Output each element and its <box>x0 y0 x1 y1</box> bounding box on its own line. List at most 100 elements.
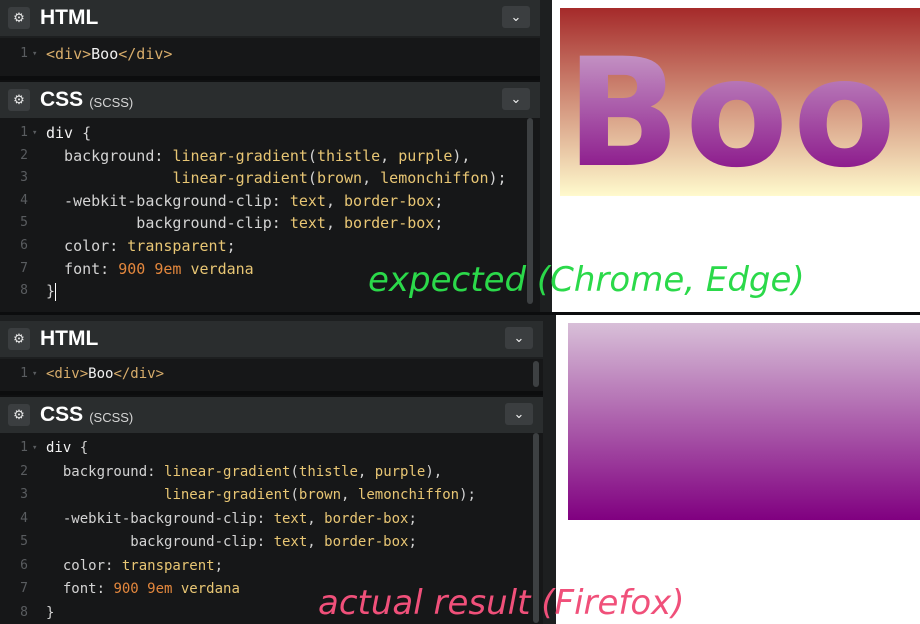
code-text: div { <box>46 122 91 144</box>
code-token: linear-gradient <box>164 487 291 503</box>
line-number: 4 <box>20 192 28 208</box>
code-token: linear-gradient <box>164 463 291 480</box>
gear-icon[interactable]: ⚙ <box>8 404 30 426</box>
chevron-down-icon[interactable]: ⌄ <box>502 88 530 110</box>
line-number: 2 <box>20 463 28 479</box>
gear-icon[interactable]: ⚙ <box>8 328 30 350</box>
code-token: text <box>273 534 308 550</box>
code-token: background-clip: <box>46 214 290 233</box>
code-text: -webkit-background-clip: text, border-bo… <box>46 508 417 530</box>
code-token: ), <box>425 463 443 480</box>
code-token: , <box>341 487 358 503</box>
code-token: } <box>46 604 55 621</box>
code-text: div { <box>46 437 88 459</box>
code-token: , <box>357 463 375 480</box>
code-token: linear-gradient <box>172 169 308 188</box>
code-token: </div> <box>113 366 165 382</box>
line-number: 8 <box>20 283 28 299</box>
code-token: text <box>289 214 326 233</box>
code-token: ( <box>290 463 299 480</box>
code-text: background: linear-gradient(thistle, pur… <box>46 145 470 167</box>
code-token: verdana <box>172 581 240 597</box>
pane-title: HTML <box>40 327 99 350</box>
code-text: background-clip: text, border-box; <box>46 531 417 553</box>
code-token: ; <box>434 191 444 210</box>
code-text: linear-gradient(brown, lemonchiffon); <box>46 167 506 189</box>
fold-icon[interactable]: ▾ <box>32 122 37 144</box>
fold-icon[interactable]: ▾ <box>32 363 37 385</box>
annotation-label: expected (Chrome, Edge) <box>368 260 805 300</box>
pane-subtitle: (SCSS) <box>89 94 134 110</box>
html-pane-header: ⚙ HTML ⌄ <box>0 321 543 357</box>
code-token: , <box>362 169 381 188</box>
html-pane-header: ⚙ HTML ⌄ <box>0 0 540 36</box>
code-token: background-clip: <box>46 534 274 550</box>
code-token: ( <box>307 169 317 188</box>
pane-title: CSS <box>40 88 84 111</box>
code-token: color: <box>46 557 122 574</box>
line-number: 7 <box>20 260 28 276</box>
line-number: 6 <box>20 557 28 573</box>
code-text: } <box>46 280 57 302</box>
preview-text: Boo <box>566 27 896 201</box>
pane-subtitle: (SCSS) <box>89 409 134 425</box>
line-number: 1 <box>20 366 28 381</box>
chevron-down-icon[interactable]: ⌄ <box>505 403 533 425</box>
code-token: brown <box>298 487 342 503</box>
code-token: div <box>46 440 80 456</box>
code-token: ; <box>226 237 236 255</box>
text-cursor <box>55 282 57 301</box>
code-token: background: <box>46 146 173 165</box>
code-token: , <box>325 191 345 210</box>
code-token: transparent <box>121 557 215 574</box>
html-code-area[interactable]: 1 ▾ <div>Boo</div> <box>0 38 540 76</box>
code-token: font: <box>46 259 119 278</box>
code-token: verdana <box>181 259 254 278</box>
thistle-purple-gradient <box>568 323 920 520</box>
code-text: <div>Boo</div> <box>46 363 164 385</box>
code-token: 900 9em <box>113 581 173 597</box>
code-token: ); <box>459 487 476 503</box>
code-token: -webkit-background-clip: <box>46 510 274 527</box>
code-text: color: transparent; <box>46 235 236 257</box>
code-token: 900 9em <box>118 259 182 278</box>
fold-icon[interactable]: ▾ <box>32 437 37 459</box>
code-token: div <box>46 124 83 142</box>
line-number: 5 <box>20 534 28 549</box>
chevron-down-icon[interactable]: ⌄ <box>502 6 530 28</box>
code-token: thistle <box>298 463 358 480</box>
gear-icon[interactable]: ⚙ <box>8 89 30 111</box>
line-number: 1 <box>20 125 28 140</box>
code-token: ; <box>214 557 224 574</box>
code-token: font: <box>46 581 114 597</box>
code-token: ; <box>434 214 444 233</box>
fold-icon[interactable]: ▾ <box>32 43 37 65</box>
gear-icon[interactable]: ⚙ <box>8 7 30 29</box>
html-code-area[interactable]: 1 ▾ <div>Boo</div> <box>0 359 543 391</box>
code-token: border-box <box>324 510 409 527</box>
line-number: 5 <box>20 215 28 231</box>
line-number: 1 <box>20 46 28 61</box>
actual-panel: ⚙ HTML ⌄ 1 ▾ <div>Boo</div> ⚙ CSS (SCSS) ⌄… <box>0 312 920 624</box>
code-text: color: transparent; <box>46 555 223 577</box>
code-token: ( <box>290 487 299 503</box>
css-pane-header: ⚙ CSS (SCSS) ⌄ <box>0 395 543 433</box>
code-text: background-clip: text, border-box; <box>46 212 443 234</box>
code-token: Boo <box>88 366 114 382</box>
code-token: color: <box>46 237 128 255</box>
code-token: brown <box>316 169 363 188</box>
line-number: 4 <box>20 510 28 526</box>
line-number: 3 <box>20 487 28 502</box>
code-token: ; <box>408 534 417 550</box>
preview-pane <box>556 315 920 624</box>
chevron-down-icon[interactable]: ⌄ <box>505 327 533 349</box>
code-token: text <box>289 191 326 210</box>
scrollbar[interactable] <box>533 361 539 387</box>
code-editor: ⚙ HTML ⌄ 1 ▾ <div>Boo</div> ⚙ CSS (SCSS) ⌄… <box>0 315 543 624</box>
css-pane-header: ⚙ CSS (SCSS) ⌄ <box>0 80 540 118</box>
code-text: font: 900 9em verdana <box>46 258 254 280</box>
code-token: , <box>307 510 325 527</box>
code-token: ; <box>408 510 417 527</box>
